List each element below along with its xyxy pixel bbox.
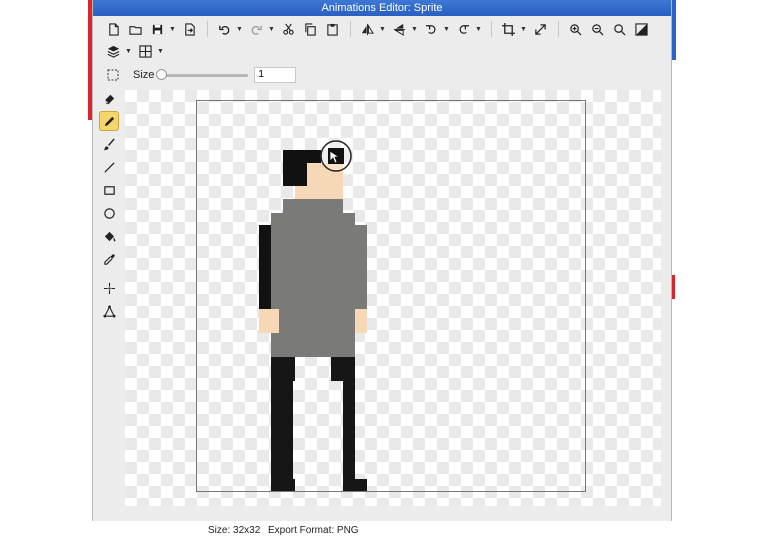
rectangle-icon[interactable] [99,180,119,200]
window-title: Animations Editor: Sprite [93,0,671,16]
sprite-collar [283,199,343,213]
rotate-right-icon[interactable] [453,19,473,39]
toolbar-separator [491,21,492,37]
background-strip [0,0,92,541]
sprite-hips [331,357,355,381]
status-size: Size: 32x32 [208,525,261,536]
open-folder-icon[interactable] [125,19,145,39]
flip-vertical-icon[interactable] [389,19,409,39]
eyedropper-icon[interactable] [99,249,119,269]
rotate-left-icon[interactable] [421,19,441,39]
dropdown-caret-icon[interactable]: ▼ [411,26,418,33]
dropdown-caret-icon[interactable]: ▼ [379,26,386,33]
export-icon[interactable] [179,19,199,39]
animations-editor-window: Animations Editor: Sprite ▼ ▼ ▼ ▼ ▼ ▼ ▼ ▼ ▼ ▼ Si… [92,0,672,521]
status-export-format: Export Format: PNG [268,525,359,536]
new-file-icon[interactable] [103,19,123,39]
dropdown-caret-icon[interactable]: ▼ [443,26,450,33]
zoom-out-icon[interactable] [587,19,607,39]
zoom-in-icon[interactable] [565,19,585,39]
sprite-right-foot [343,479,367,491]
status-bar: Size: 32x32 Export Format: PNG [92,521,672,541]
sprite-right-leg [343,381,355,481]
toolbar-separator [350,21,351,37]
brush-size-bar: Size [93,64,681,86]
dropdown-caret-icon[interactable]: ▼ [125,48,132,55]
dropdown-caret-icon[interactable]: ▼ [236,26,243,33]
transform-icon[interactable] [99,301,119,321]
toolbar-separator [558,21,559,37]
selection-icon[interactable] [103,65,123,85]
secondary-toolbar: ▼ ▼ [93,40,681,62]
grid-icon[interactable] [135,41,155,61]
magic-wand-icon[interactable] [99,278,119,298]
size-slider[interactable] [156,68,249,80]
sprite-drawing [259,140,367,491]
pencil-cursor-icon [320,140,352,172]
crop-icon[interactable] [498,19,518,39]
size-input[interactable] [254,67,297,83]
flip-horizontal-icon[interactable] [357,19,377,39]
eraser-icon[interactable] [99,88,119,108]
ellipse-icon[interactable] [99,203,119,223]
sprite-left-leg [271,381,293,481]
sprite-hair [295,163,307,186]
cut-icon[interactable] [278,19,298,39]
size-label: Size [133,69,155,81]
size-slider-thumb[interactable] [156,68,168,80]
sprite-right-hand [355,309,367,333]
brush-icon[interactable] [99,134,119,154]
dropdown-caret-icon[interactable]: ▼ [475,26,482,33]
dropdown-caret-icon[interactable]: ▼ [157,48,164,55]
background-window-edge [672,275,675,299]
layers-icon[interactable] [103,41,123,61]
paste-icon[interactable] [322,19,342,39]
sprite-left-arm [259,225,271,309]
resize-icon[interactable] [530,19,550,39]
canvas-area[interactable] [125,90,661,506]
dropdown-caret-icon[interactable]: ▼ [520,26,527,33]
toolbar-separator [207,21,208,37]
fill-bucket-icon[interactable] [99,226,119,246]
dropdown-caret-icon[interactable]: ▼ [268,26,275,33]
sprite-hips [271,357,295,381]
sprite-right-arm [355,225,367,309]
tool-palette [99,88,121,324]
invert-icon[interactable] [631,19,651,39]
sprite-hair [307,150,321,164]
line-icon[interactable] [99,157,119,177]
undo-icon[interactable] [214,19,234,39]
redo-icon[interactable] [246,19,266,39]
sprite-left-foot [271,479,295,491]
sprite-left-hand [259,309,279,333]
copy-icon[interactable] [300,19,320,39]
main-toolbar: ▼ ▼ ▼ ▼ ▼ ▼ ▼ ▼ [93,18,681,40]
sprite-torso [271,213,355,357]
save-icon[interactable] [147,19,167,39]
dropdown-caret-icon[interactable]: ▼ [169,26,176,33]
zoom-fit-icon[interactable] [609,19,629,39]
pencil-icon[interactable] [99,111,119,131]
sprite-canvas[interactable] [196,100,586,492]
